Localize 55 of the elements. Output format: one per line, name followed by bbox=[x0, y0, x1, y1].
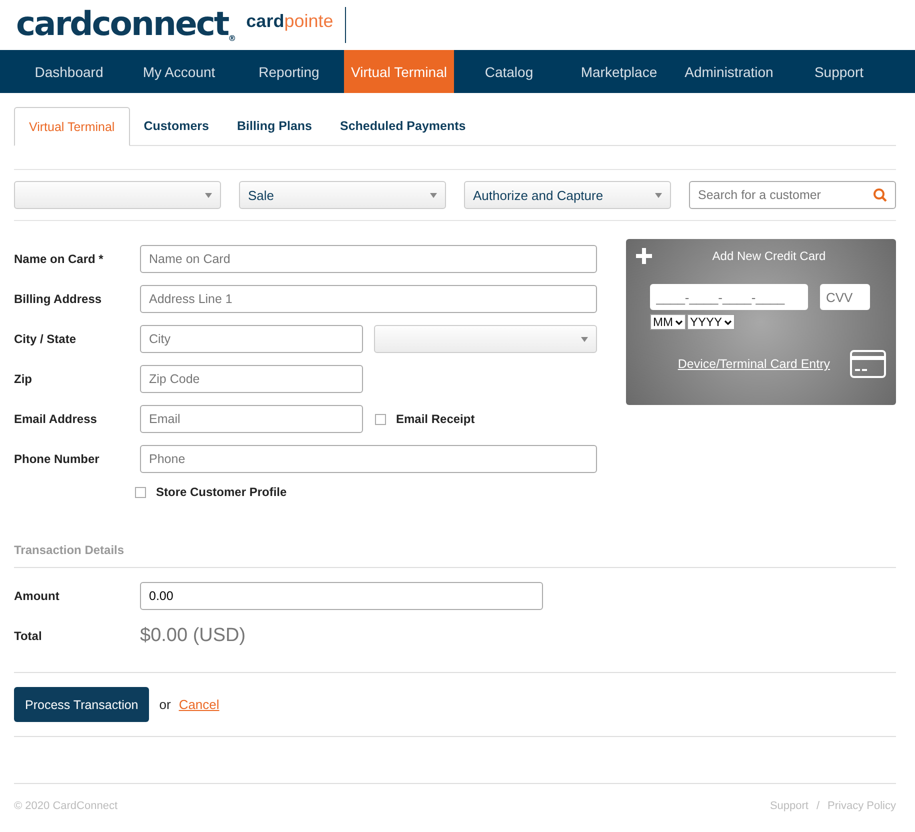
tab[interactable]: Scheduled Payments bbox=[326, 107, 480, 145]
tab[interactable]: Customers bbox=[130, 107, 223, 145]
state-dropdown[interactable] bbox=[374, 325, 597, 353]
dropdown[interactable]: Authorize and Capture bbox=[464, 181, 671, 209]
field-label: Phone Number bbox=[14, 452, 100, 466]
field-label: City / State bbox=[14, 332, 78, 346]
field-label: Zip bbox=[14, 372, 33, 386]
field-label: Name on Card * bbox=[14, 252, 104, 266]
field-label: Total bbox=[14, 629, 43, 643]
total-amount: $0.00 (USD) bbox=[140, 625, 246, 647]
chevron-icon bbox=[724, 320, 732, 324]
field-label: Amount bbox=[14, 589, 60, 603]
nav-item[interactable]: Support bbox=[784, 50, 894, 93]
nav-item[interactable]: Reporting bbox=[234, 50, 344, 93]
field-label: Email Address bbox=[14, 412, 98, 426]
nav-item[interactable]: Marketplace bbox=[564, 50, 674, 93]
caret-icon bbox=[205, 192, 212, 198]
search-field[interactable]: Search for a customer bbox=[689, 181, 896, 209]
separator-text: / bbox=[816, 800, 820, 812]
amount-field[interactable]: 0.00 bbox=[140, 582, 543, 610]
plus-icon[interactable] bbox=[636, 248, 652, 264]
dropdown[interactable] bbox=[14, 181, 221, 209]
year-select[interactable]: YYYY bbox=[687, 314, 736, 330]
caret-icon bbox=[581, 336, 588, 342]
section-heading: Transaction Details bbox=[14, 543, 896, 568]
input-field[interactable]: City bbox=[140, 325, 363, 353]
chevron-icon bbox=[675, 320, 683, 324]
search-icon[interactable] bbox=[873, 188, 887, 202]
credit-card-icon[interactable] bbox=[850, 350, 886, 378]
caret-icon bbox=[655, 192, 662, 198]
nav-item[interactable]: Dashboard bbox=[14, 50, 124, 93]
checkbox[interactable] bbox=[375, 414, 386, 424]
checkbox[interactable] bbox=[135, 486, 146, 498]
checkbox-label: Email Receipt bbox=[396, 412, 475, 426]
card-number-field[interactable]: ____-____-____-____ bbox=[650, 284, 808, 310]
cardpointe-logo: cardpointe bbox=[246, 10, 334, 32]
tab[interactable]: Billing Plans bbox=[222, 107, 326, 145]
field-label: Billing Address bbox=[14, 292, 103, 306]
input-field[interactable]: Email bbox=[140, 405, 363, 433]
card-title: Add New Credit Card bbox=[711, 249, 827, 263]
caret-icon bbox=[430, 192, 437, 198]
dropdown[interactable]: Sale bbox=[239, 181, 446, 209]
copyright-text: © 2020 CardConnect bbox=[14, 800, 118, 812]
input-field[interactable]: Name on Card bbox=[140, 245, 597, 273]
input-field[interactable]: Phone bbox=[140, 445, 597, 473]
or-text: or bbox=[159, 697, 171, 712]
input-field[interactable]: Zip Code bbox=[140, 365, 363, 393]
input-field[interactable]: Address Line 1 bbox=[140, 285, 597, 313]
process-transaction-button[interactable]: Process Transaction bbox=[14, 687, 150, 722]
cvv-field[interactable]: CVV bbox=[820, 284, 870, 310]
checkbox-label: Store Customer Profile bbox=[156, 485, 287, 499]
nav-item[interactable]: Catalog bbox=[454, 50, 564, 93]
month-select[interactable]: MM bbox=[650, 314, 686, 330]
nav-item[interactable]: Administration bbox=[674, 50, 784, 93]
nav-item[interactable]: My Account bbox=[124, 50, 234, 93]
